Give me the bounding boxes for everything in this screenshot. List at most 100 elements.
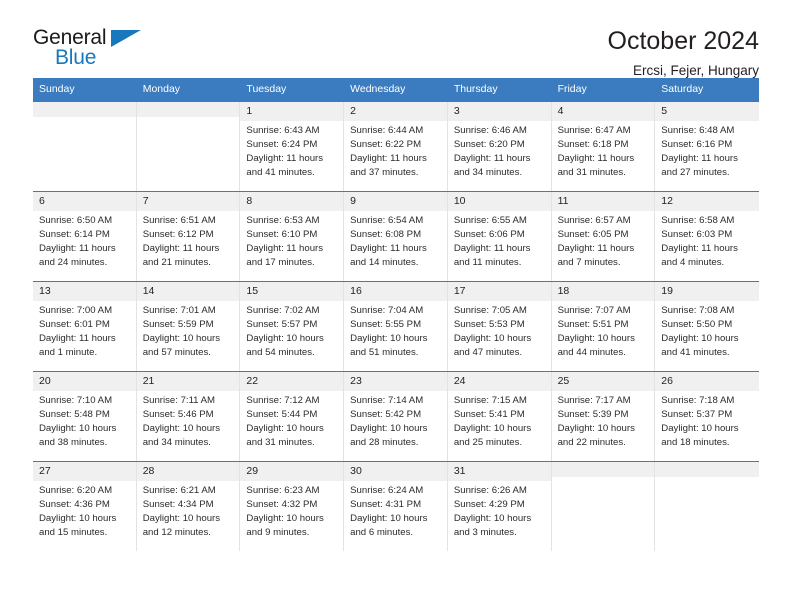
day-sun-info: Sunrise: 7:07 AM Sunset: 5:51 PM Daylight:…: [552, 301, 655, 361]
general-blue-logo[interactable]: General Blue: [33, 27, 153, 73]
sunset-text: Sunset: 5:55 PM: [350, 318, 422, 330]
calendar-day-cell[interactable]: 13 Sunrise: 7:00 AM Sunset: 6:01 PM Dayligh…: [33, 281, 137, 371]
day-sun-info: Sunrise: 7:08 AM Sunset: 5:50 PM Daylight:…: [655, 301, 759, 361]
day-number: 11: [551, 191, 655, 211]
sunset-text: Sunset: 4:32 PM: [246, 498, 318, 510]
sunset-text: Sunset: 6:10 PM: [246, 228, 318, 240]
calendar-day-cell[interactable]: 3 Sunrise: 6:46 AM Sunset: 6:20 PM Daylight…: [447, 101, 552, 191]
sunset-text: Sunset: 6:18 PM: [557, 138, 629, 150]
sunrise-text: Sunrise: 6:26 AM: [453, 484, 527, 496]
weekday-header-monday: Monday: [142, 83, 181, 95]
sunrise-text: Sunrise: 6:55 AM: [453, 214, 527, 226]
daylight-text: Daylight: 10 hours and 38 minutes.: [39, 423, 117, 449]
day-number: 1: [240, 101, 344, 121]
weekday-header-wednesday: Wednesday: [350, 83, 406, 95]
day-sun-info: Sunrise: 7:05 AM Sunset: 5:53 PM Daylight:…: [448, 301, 551, 361]
calendar-day-cell[interactable]: 5 Sunrise: 6:48 AM Sunset: 6:16 PM Daylight…: [655, 101, 759, 191]
daylight-text: Daylight: 10 hours and 41 minutes.: [661, 333, 739, 359]
weekday-header-saturday: Saturday: [661, 83, 704, 95]
calendar-day-cell[interactable]: 20 Sunrise: 7:10 AM Sunset: 5:48 PM Dayligh…: [33, 371, 137, 461]
page-title: October 2024: [607, 27, 760, 55]
sunset-text: Sunset: 5:50 PM: [661, 318, 733, 330]
calendar-day-cell[interactable]: 10 Sunrise: 6:55 AM Sunset: 6:06 PM Dayligh…: [447, 191, 552, 281]
calendar-week-row: 13 Sunrise: 7:00 AM Sunset: 6:01 PM Dayligh…: [33, 280, 759, 371]
day-number: 12: [655, 191, 759, 211]
calendar-day-cell[interactable]: 26 Sunrise: 7:18 AM Sunset: 5:37 PM Dayligh…: [655, 371, 759, 461]
calendar-day-cell[interactable]: 6 Sunrise: 6:50 AM Sunset: 6:14 PM Daylight…: [33, 191, 137, 281]
calendar-day-cell[interactable]: 2 Sunrise: 6:44 AM Sunset: 6:22 PM Daylight…: [344, 101, 448, 191]
day-number: 24: [447, 371, 551, 391]
day-number: 17: [447, 281, 551, 301]
weekday-header-friday: Friday: [557, 83, 587, 95]
calendar-day-cell[interactable]: 14 Sunrise: 7:01 AM Sunset: 5:59 PM Dayligh…: [136, 281, 241, 371]
day-number: 9: [344, 191, 447, 211]
daylight-text: Daylight: 10 hours and 44 minutes.: [557, 333, 635, 359]
calendar-day-cell[interactable]: 31 Sunrise: 6:26 AM Sunset: 4:29 PM Dayligh…: [447, 461, 552, 551]
calendar-day-cell[interactable]: 17 Sunrise: 7:05 AM Sunset: 5:53 PM Dayligh…: [447, 281, 552, 371]
daylight-text: Daylight: 11 hours and 1 minute.: [39, 333, 116, 359]
title-block: October 2024 Ercsi, Fejer, Hungary: [608, 27, 760, 78]
day-number: [551, 461, 655, 477]
sunset-text: Sunset: 6:03 PM: [661, 228, 733, 240]
day-sun-info: Sunrise: 6:21 AM Sunset: 4:34 PM Daylight:…: [137, 481, 240, 541]
calendar-day-cell[interactable]: 7 Sunrise: 6:51 AM Sunset: 6:12 PM Daylight…: [136, 191, 241, 281]
calendar-day-cell[interactable]: 23 Sunrise: 7:14 AM Sunset: 5:42 PM Dayligh…: [344, 371, 448, 461]
calendar-day-cell[interactable]: 24 Sunrise: 7:15 AM Sunset: 5:41 PM Dayligh…: [447, 371, 552, 461]
calendar-day-cell[interactable]: 21 Sunrise: 7:11 AM Sunset: 5:46 PM Dayligh…: [136, 371, 241, 461]
daylight-text: Daylight: 10 hours and 12 minutes.: [142, 513, 221, 539]
calendar-day-cell[interactable]: 28 Sunrise: 6:21 AM Sunset: 4:34 PM Dayligh…: [136, 461, 241, 551]
calendar-day-cell[interactable]: 27 Sunrise: 6:20 AM Sunset: 4:36 PM Dayligh…: [33, 461, 137, 551]
day-number: 30: [344, 461, 447, 481]
calendar-day-cell[interactable]: 22 Sunrise: 7:12 AM Sunset: 5:44 PM Dayligh…: [240, 371, 345, 461]
day-number: 2: [344, 101, 447, 121]
day-sun-info: Sunrise: 7:11 AM Sunset: 5:46 PM Daylight:…: [137, 391, 240, 451]
sunrise-text: Sunrise: 6:57 AM: [557, 214, 631, 226]
daylight-text: Daylight: 11 hours and 31 minutes.: [557, 153, 635, 179]
daylight-text: Daylight: 10 hours and 9 minutes.: [246, 513, 324, 539]
day-number: 26: [655, 371, 759, 391]
day-sun-info: Sunrise: 6:20 AM Sunset: 4:36 PM Daylight:…: [33, 481, 136, 541]
calendar-day-cell[interactable]: 4 Sunrise: 6:47 AM Sunset: 6:18 PM Daylight…: [551, 101, 656, 191]
calendar-day-cell[interactable]: 19 Sunrise: 7:08 AM Sunset: 5:50 PM Dayligh…: [655, 281, 759, 371]
calendar-day-cell[interactable]: 18 Sunrise: 7:07 AM Sunset: 5:51 PM Dayligh…: [551, 281, 656, 371]
calendar-day-cell[interactable]: 25 Sunrise: 7:17 AM Sunset: 5:39 PM Dayligh…: [551, 371, 656, 461]
day-number: 8: [240, 191, 344, 211]
daylight-text: Daylight: 11 hours and 37 minutes.: [350, 153, 427, 179]
calendar-day-cell[interactable]: 29 Sunrise: 6:23 AM Sunset: 4:32 PM Dayligh…: [240, 461, 345, 551]
calendar-day-cell[interactable]: 1 Sunrise: 6:43 AM Sunset: 6:24 PM Daylight…: [240, 101, 345, 191]
calendar-day-cell[interactable]: 12 Sunrise: 6:58 AM Sunset: 6:03 PM Dayligh…: [655, 191, 759, 281]
sunrise-text: Sunrise: 6:48 AM: [661, 124, 735, 136]
day-sun-info: Sunrise: 6:57 AM Sunset: 6:05 PM Daylight:…: [552, 211, 655, 271]
calendar-page: General Blue October 2024 Ercsi, Fejer, …: [0, 0, 792, 612]
calendar-day-cell[interactable]: 16 Sunrise: 7:04 AM Sunset: 5:55 PM Dayligh…: [344, 281, 448, 371]
calendar-day-cell[interactable]: 8 Sunrise: 6:53 AM Sunset: 6:10 PM Daylight…: [240, 191, 345, 281]
calendar-day-cell-empty: [551, 461, 656, 551]
daylight-text: Daylight: 10 hours and 47 minutes.: [453, 333, 532, 359]
day-number: 15: [240, 281, 344, 301]
sunset-text: Sunset: 5:48 PM: [39, 408, 110, 420]
sunrise-text: Sunrise: 6:46 AM: [453, 124, 527, 136]
sunset-text: Sunset: 6:16 PM: [661, 138, 733, 150]
daylight-text: Daylight: 10 hours and 6 minutes.: [350, 513, 428, 539]
day-number: 21: [136, 371, 240, 391]
day-sun-info: Sunrise: 6:43 AM Sunset: 6:24 PM Daylight:…: [240, 121, 343, 181]
sunrise-text: Sunrise: 7:12 AM: [246, 394, 320, 406]
calendar-day-cell[interactable]: 15 Sunrise: 7:02 AM Sunset: 5:57 PM Dayligh…: [240, 281, 345, 371]
daylight-text: Daylight: 10 hours and 54 minutes.: [246, 333, 324, 359]
day-sun-info: Sunrise: 6:51 AM Sunset: 6:12 PM Daylight:…: [137, 211, 240, 271]
day-number: 16: [344, 281, 447, 301]
day-number: 4: [551, 101, 655, 121]
day-number: 22: [240, 371, 344, 391]
sunrise-text: Sunrise: 6:44 AM: [350, 124, 424, 136]
sunset-text: Sunset: 5:37 PM: [661, 408, 733, 420]
day-number: 29: [240, 461, 344, 481]
sunrise-text: Sunrise: 7:02 AM: [246, 304, 320, 316]
calendar-day-cell[interactable]: 30 Sunrise: 6:24 AM Sunset: 4:31 PM Dayligh…: [344, 461, 448, 551]
weekday-header-sunday: Sunday: [39, 83, 75, 95]
calendar-grid: Sunday Monday Tuesday Wednesday Thursday Frid…: [33, 78, 759, 551]
calendar-day-cell[interactable]: 9 Sunrise: 6:54 AM Sunset: 6:08 PM Daylight…: [344, 191, 448, 281]
logo-text-blue: Blue: [55, 46, 97, 69]
day-sun-info: Sunrise: 7:01 AM Sunset: 5:59 PM Daylight:…: [137, 301, 240, 361]
day-number: 25: [551, 371, 655, 391]
calendar-day-cell[interactable]: 11 Sunrise: 6:57 AM Sunset: 6:05 PM Dayligh…: [551, 191, 656, 281]
